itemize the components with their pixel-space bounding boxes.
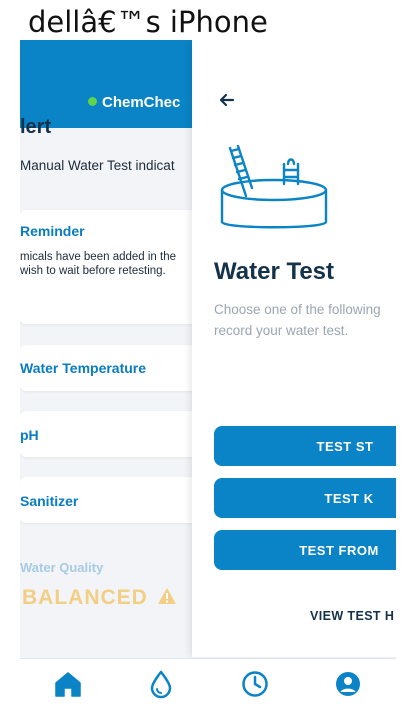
test-from-button[interactable]: TEST FROM [214, 530, 396, 570]
reminder-body-line1: micals have been added in the [20, 251, 176, 263]
warning-icon [157, 588, 176, 604]
metric-label-sanitizer: Sanitizer [20, 493, 79, 509]
test-from-label: TEST FROM [299, 542, 379, 558]
water-quality-status: BALANCED [22, 586, 177, 610]
brand-label: ChemChec [88, 94, 180, 111]
test-strip-label: TEST ST [316, 438, 374, 454]
reminder-card[interactable]: Reminder micals have been added in the w… [20, 210, 220, 324]
water-quality-status-text: BALANCED [22, 586, 148, 609]
test-kit-button[interactable]: TEST K [214, 478, 396, 518]
drawer-description-line1: Choose one of the following [214, 302, 381, 317]
drawer-title: Water Test [214, 258, 335, 285]
view-test-history-link[interactable]: VIEW TEST H [310, 609, 394, 623]
test-kit-label: TEST K [324, 490, 374, 506]
status-dot-icon [88, 97, 97, 106]
alert-text: Manual Water Test indicat [20, 158, 175, 173]
device-name-title: dellâ€™s iPhone [28, 5, 268, 39]
reminder-body-line2: wish to wait before retesting. [20, 265, 166, 277]
metric-card-ph[interactable]: pH [20, 411, 220, 457]
back-arrow-icon[interactable] [218, 91, 236, 109]
app-screen: ChemChec lert Manual Water Test indicat … [20, 40, 396, 707]
water-test-drawer: Water Test Choose one of the following r… [192, 40, 396, 657]
user-icon[interactable] [333, 669, 363, 699]
drawer-description: Choose one of the following record your … [214, 299, 381, 341]
metric-label-ph: pH [20, 427, 39, 443]
home-icon[interactable] [53, 669, 83, 699]
water-quality-label: Water Quality [20, 560, 104, 575]
bottom-tab-bar [20, 658, 396, 707]
water-drop-icon[interactable] [146, 669, 176, 699]
metric-label-temperature: Water Temperature [20, 360, 147, 376]
metric-card-temperature[interactable]: Water Temperature [20, 345, 220, 391]
clock-icon[interactable] [240, 669, 270, 699]
alert-heading: lert [20, 116, 52, 138]
test-strip-button[interactable]: TEST ST [214, 426, 396, 466]
pool-illustration-icon [220, 144, 328, 229]
reminder-title: Reminder [20, 223, 85, 239]
metric-card-sanitizer[interactable]: Sanitizer [20, 477, 220, 523]
brand-text: ChemChec [102, 94, 181, 111]
drawer-description-line2: record your water test. [214, 323, 349, 338]
